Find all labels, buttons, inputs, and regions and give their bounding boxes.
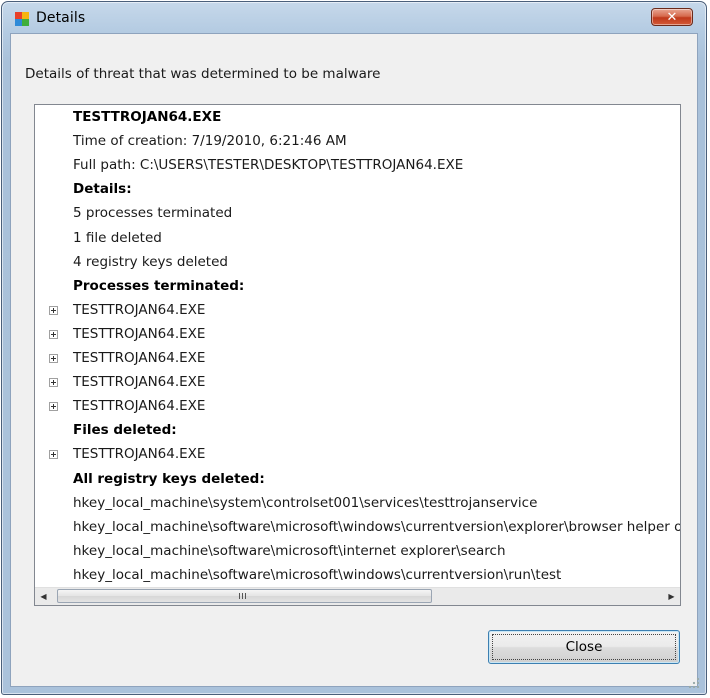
list-item-text: TESTTROJAN64.EXE	[73, 446, 206, 463]
list-item-text: 4 registry keys deleted	[73, 253, 228, 270]
list-item-text: TESTTROJAN64.EXE	[73, 374, 206, 391]
close-icon: ✕	[666, 9, 678, 25]
list-item-text: hkey_local_machine\system\controlset001\…	[73, 494, 538, 511]
avg-logo-icon	[15, 12, 29, 26]
list-item-text: hkey_local_machine\software\microsoft\wi…	[73, 566, 562, 583]
expand-plus-icon[interactable]	[49, 402, 58, 412]
list-item-text: All registry keys deleted:	[73, 470, 265, 487]
list-item-text: TESTTROJAN64.EXE	[73, 325, 206, 342]
details-lines: TESTTROJAN64.EXE Time of creation: 7/19/2…	[35, 105, 680, 588]
list-item-text: Time of creation: 7/19/2010, 6:21:46 AM	[73, 133, 347, 150]
thumb-grip-icon	[239, 593, 247, 599]
expand-plus-icon[interactable]	[49, 329, 58, 339]
close-button-label: Close	[565, 639, 603, 655]
list-item-text: TESTTROJAN64.EXE	[73, 109, 222, 125]
threat-details-list[interactable]: TESTTROJAN64.EXE Time of creation: 7/19/2…	[34, 104, 681, 606]
scroll-left-arrow-icon[interactable]: ◀	[35, 588, 52, 605]
title-bar[interactable]: Details ✕	[2, 2, 706, 30]
horizontal-scrollbar[interactable]: ◀ ▶	[35, 587, 680, 605]
expand-plus-icon[interactable]	[49, 305, 58, 315]
list-item-text: 1 file deleted	[73, 229, 162, 246]
expand-plus-icon[interactable]	[49, 354, 58, 363]
resize-grip-icon[interactable]	[688, 677, 700, 689]
list-item-text: hkey_local_machine\software\microsoft\wi…	[73, 518, 680, 535]
list-item-text: Files deleted:	[73, 422, 177, 439]
list-item-text: TESTTROJAN64.EXE	[73, 350, 206, 366]
list-item-text: TESTTROJAN64.EXE	[73, 301, 206, 318]
window-close-button[interactable]: ✕	[651, 8, 693, 26]
list-item-text: hkey_local_machine\software\microsoft\in…	[73, 542, 506, 559]
list-item-text: Processes terminated:	[73, 277, 245, 294]
list-item-text: Details:	[73, 181, 132, 198]
expand-plus-icon[interactable]	[49, 378, 58, 388]
expand-plus-icon[interactable]	[49, 450, 58, 460]
dialog-description: Details of threat that was determined to…	[25, 66, 381, 82]
list-item-text: TESTTROJAN64.EXE	[73, 398, 206, 415]
scroll-right-arrow-icon[interactable]: ▶	[663, 588, 680, 605]
scrollbar-thumb[interactable]	[57, 589, 432, 603]
list-item-text: Full path: C:\USERS\TESTER\DESKTOP\TESTT…	[73, 157, 464, 174]
window-title: Details	[36, 10, 86, 26]
list-item-text: 5 processes terminated	[73, 205, 233, 222]
close-button[interactable]: Close	[488, 630, 680, 664]
